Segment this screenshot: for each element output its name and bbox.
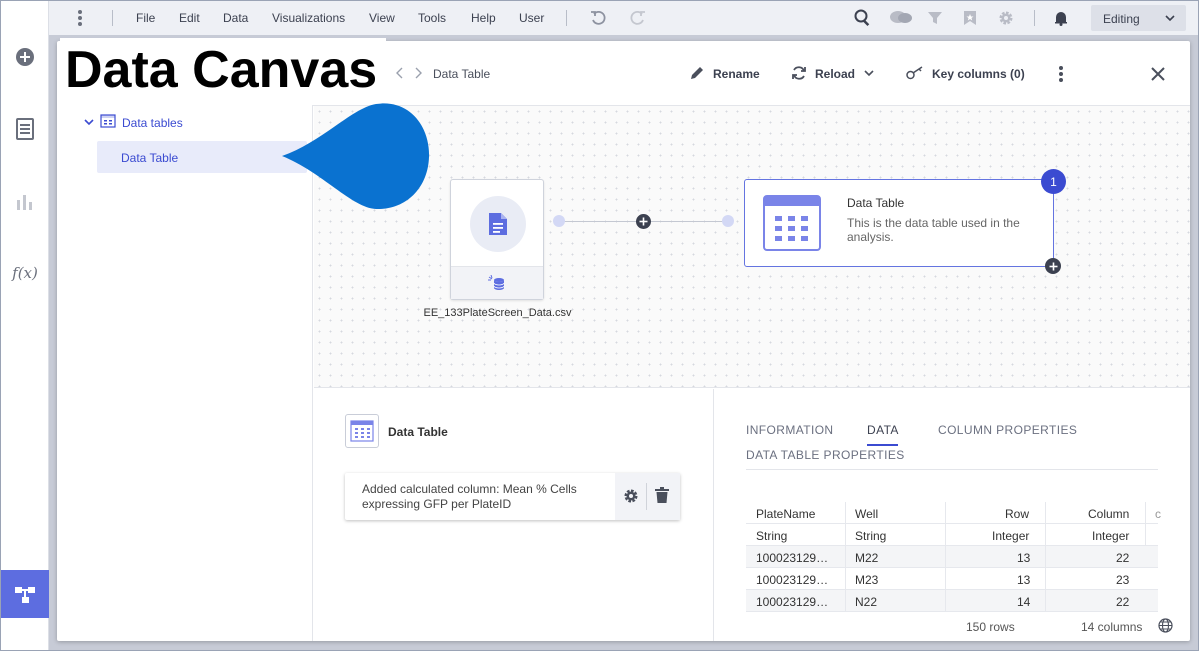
column-header[interactable]: Row — [1005, 507, 1029, 521]
step-actions — [615, 473, 680, 520]
pages-icon[interactable] — [1, 105, 49, 153]
pencil-icon — [689, 65, 705, 84]
reload-button[interactable]: Reload — [791, 64, 875, 84]
redo-icon[interactable] — [629, 9, 647, 27]
menu-file[interactable]: File — [136, 11, 155, 25]
pointer-callout — [282, 103, 430, 210]
rename-label: Rename — [713, 67, 760, 81]
chevron-down-icon — [1164, 12, 1176, 27]
column-type: Integer — [1092, 529, 1130, 543]
table-header-row: PlateName Well Row Column c — [746, 502, 1161, 524]
data-table-small-icon — [345, 414, 379, 448]
tab-information[interactable]: INFORMATION — [746, 423, 834, 437]
rows-count: 150 rows — [966, 620, 1015, 634]
column-type: String — [855, 529, 887, 543]
step-count-badge: 1 — [1041, 169, 1066, 194]
columns-count: 14 columns — [1081, 620, 1143, 634]
undo-icon[interactable] — [589, 9, 607, 27]
settings-icon[interactable] — [623, 488, 639, 507]
menu-edit[interactable]: Edit — [179, 11, 200, 25]
tree-panel — [57, 105, 313, 641]
rename-button[interactable]: Rename — [689, 64, 760, 84]
key-columns-label: Key columns (0) — [932, 67, 1025, 81]
menu-data[interactable]: Data — [223, 11, 248, 25]
mode-label: Editing — [1103, 12, 1140, 26]
data-table-icon — [763, 195, 821, 251]
menu-visualizations[interactable]: Visualizations — [272, 11, 345, 25]
tree-item-data-table[interactable]: Data Table — [97, 141, 307, 173]
column-header[interactable]: Column — [1088, 507, 1129, 521]
left-rail: f(x) — [1, 1, 49, 650]
document-icon — [470, 196, 526, 252]
source-node[interactable] — [450, 179, 544, 300]
menu-user[interactable]: User — [519, 11, 544, 25]
insert-step-icon[interactable] — [636, 214, 651, 229]
source-file-label: EE_133PlateScreen_Data.csv — [423, 307, 572, 319]
delete-icon[interactable] — [655, 487, 669, 506]
filter-icon[interactable] — [926, 9, 944, 27]
overlay-title: Data Canvas — [60, 38, 386, 102]
tab-column-properties[interactable]: COLUMN PROPERTIES — [938, 423, 1077, 437]
menu-view[interactable]: View — [369, 11, 395, 25]
data-canvas-icon[interactable] — [1, 570, 49, 618]
details-title: Data Table — [388, 425, 448, 439]
active-tab-indicator — [867, 444, 898, 446]
visualizations-icon[interactable] — [1, 177, 49, 225]
connector-end-dot — [722, 215, 734, 227]
column-header[interactable]: Well — [855, 507, 878, 521]
target-node-description: This is the data table used in the analy… — [847, 216, 1020, 244]
table-row: 100023129… M23 13 23 — [746, 568, 1158, 590]
comments-icon[interactable] — [889, 9, 913, 27]
column-header[interactable]: PlateName — [756, 507, 815, 521]
table-row: 100023129… N22 14 22 — [746, 590, 1158, 612]
column-type: String — [756, 529, 788, 543]
settings-icon[interactable] — [997, 9, 1015, 27]
transformation-step-card[interactable]: Added calculated column: Mean % Cells ex… — [345, 473, 680, 520]
mode-select[interactable]: Editing — [1091, 5, 1186, 31]
chevron-down-icon — [84, 116, 94, 130]
bookmark-icon[interactable] — [961, 9, 979, 27]
step-description: Added calculated column: Mean % Cells ex… — [362, 482, 577, 511]
reload-icon — [791, 65, 807, 84]
tree-group-label: Data tables — [122, 115, 183, 130]
column-type: Integer — [992, 529, 1030, 543]
database-icon — [451, 266, 543, 299]
reload-label: Reload — [815, 67, 856, 81]
tree-item-label: Data Table — [121, 151, 179, 165]
tab-data-table-properties[interactable]: DATA TABLE PROPERTIES — [746, 448, 905, 462]
search-icon[interactable] — [854, 9, 872, 27]
breadcrumb-title: Data Table — [433, 67, 491, 81]
function-icon[interactable]: f(x) — [1, 249, 49, 297]
tab-data[interactable]: DATA — [867, 423, 899, 437]
close-icon[interactable] — [1150, 64, 1166, 84]
table-icon — [100, 114, 116, 131]
key-icon — [906, 65, 924, 83]
menu-help[interactable]: Help — [471, 11, 496, 25]
more-menu-icon[interactable] — [77, 9, 83, 30]
nav-arrows[interactable] — [396, 66, 424, 83]
add-transformation-icon[interactable] — [1045, 258, 1061, 274]
menubar: File Edit Data Visualizations View Tools… — [49, 1, 1198, 35]
menu-tools[interactable]: Tools — [418, 11, 446, 25]
connector-start-dot — [553, 215, 565, 227]
table-row: 100023129… M22 13 22 — [746, 546, 1158, 568]
notification-bell-icon[interactable] — [1052, 9, 1070, 27]
globe-icon[interactable] — [1158, 618, 1173, 636]
add-icon[interactable] — [1, 33, 49, 81]
more-options-icon[interactable] — [1058, 64, 1064, 84]
target-node-title: Data Table — [847, 196, 905, 210]
chevron-down-icon — [863, 67, 875, 82]
key-columns-button[interactable]: Key columns (0) — [906, 64, 1025, 84]
tree-group-data-tables[interactable]: Data tables — [84, 114, 183, 131]
table-type-row: String String Integer Integer — [746, 524, 1158, 546]
